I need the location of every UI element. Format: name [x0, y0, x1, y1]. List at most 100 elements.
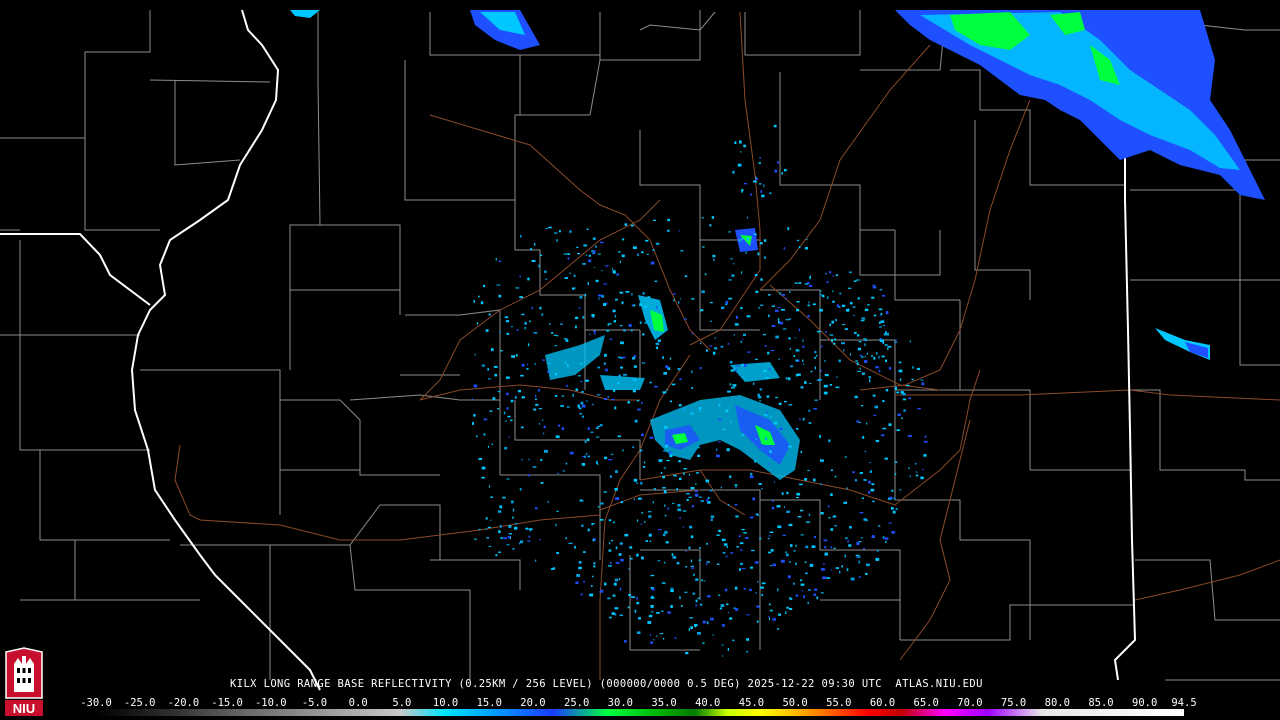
echo-speckle — [538, 408, 543, 410]
echo-speckle — [527, 363, 529, 366]
scale-label: 20.0 — [520, 697, 546, 709]
echo-speckle — [623, 373, 627, 376]
echo-speckle — [698, 410, 701, 412]
echo-speckle — [878, 369, 881, 373]
echo-speckle — [595, 279, 599, 283]
echo-speckle — [759, 242, 763, 245]
echo-speckle — [705, 479, 710, 483]
echo-speckle — [655, 346, 658, 350]
echo-speckle — [603, 283, 608, 285]
echo-speckle — [763, 184, 765, 188]
echo-speckle — [743, 333, 746, 336]
echo-speckle — [679, 596, 681, 600]
echo-speckle — [690, 626, 693, 630]
echo-speckle — [923, 454, 927, 457]
echo-speckle — [912, 366, 914, 369]
echo-speckle — [896, 391, 900, 394]
echo-speckle — [788, 523, 793, 527]
echo-speckle — [728, 612, 730, 614]
echo-speckle — [882, 427, 887, 430]
echo-speckle — [841, 342, 845, 345]
echo-speckle — [615, 298, 618, 301]
echo-speckle — [732, 384, 737, 387]
echo-speckle — [882, 400, 885, 403]
echo-speckle — [882, 536, 885, 539]
echo-speckle — [786, 510, 791, 513]
echo-speckle — [555, 435, 560, 438]
echo-speckle — [504, 447, 508, 450]
echo-speckle — [622, 238, 625, 241]
echo-speckle — [706, 561, 710, 563]
echo-speckle — [618, 251, 621, 253]
echo-speckle — [593, 330, 596, 333]
echo-speckle — [700, 500, 704, 502]
echo-speckle — [520, 235, 522, 238]
echo-speckle — [691, 370, 693, 374]
echo-speckle — [760, 278, 763, 281]
echo-speckle — [583, 244, 587, 247]
echo-speckle — [855, 360, 858, 362]
echo-speckle — [530, 248, 533, 251]
scale-label: 30.0 — [607, 697, 633, 709]
echo-speckle — [603, 491, 607, 493]
echo-speckle — [861, 405, 864, 407]
echo-speckle — [827, 505, 830, 508]
echo-speckle — [668, 451, 672, 454]
echo-speckle — [598, 297, 600, 300]
echo-speckle — [879, 289, 883, 291]
echo-speckle — [713, 258, 715, 261]
echo-speckle — [720, 486, 722, 489]
echo-speckle — [781, 308, 785, 311]
echo-speckle — [709, 302, 713, 304]
echo-speckle — [725, 603, 729, 606]
echo-speckle — [800, 509, 804, 512]
echo-speckle — [682, 510, 687, 512]
echo-speckle — [680, 605, 683, 607]
echo-speckle — [800, 583, 805, 586]
echo-speckle — [515, 287, 520, 289]
echo-speckle — [735, 608, 739, 611]
echo-speckle — [785, 377, 788, 380]
echo-speckle — [578, 561, 582, 564]
echo-speckle — [829, 271, 832, 274]
echo-speckle — [908, 467, 910, 470]
scale-label: 40.0 — [695, 697, 721, 709]
echo-speckle — [519, 542, 521, 545]
echo-speckle — [599, 502, 604, 505]
echo-speckle — [875, 366, 879, 369]
echo-speckle — [808, 284, 813, 287]
echo-speckle — [662, 476, 665, 479]
echo-speckle — [741, 568, 746, 570]
echo-speckle — [481, 364, 485, 367]
echo-speckle — [750, 566, 754, 569]
echo-speckle — [574, 546, 576, 549]
echo-speckle — [768, 367, 770, 371]
echo-speckle — [569, 230, 572, 233]
echo-speckle — [632, 246, 637, 249]
echo-speckle — [683, 468, 687, 470]
echo-speckle — [859, 354, 863, 356]
echo-speckle — [710, 518, 713, 521]
echo-speckle — [594, 267, 596, 268]
echo-speckle — [500, 350, 503, 352]
echo-speckle — [890, 507, 894, 510]
echo-speckle — [777, 628, 780, 630]
echo-speckle — [648, 614, 653, 618]
echo-speckle — [678, 460, 681, 463]
echo-speckle — [660, 471, 663, 474]
echo-speckle — [643, 466, 646, 468]
echo-speckle — [776, 505, 781, 508]
echo-speckle — [756, 605, 760, 608]
echo-speckle — [647, 621, 652, 624]
echo-speckle — [712, 634, 714, 636]
echo-speckle — [615, 497, 620, 501]
echo-speckle — [875, 557, 880, 561]
echo-speckle — [578, 407, 582, 410]
echo-speckle — [528, 458, 530, 461]
echo-speckle — [769, 617, 770, 621]
echo-speckle — [830, 493, 833, 497]
echo-speckle — [690, 486, 693, 489]
echo-speckle — [506, 544, 510, 546]
echo-speckle — [871, 296, 875, 299]
echo-speckle — [512, 508, 515, 512]
